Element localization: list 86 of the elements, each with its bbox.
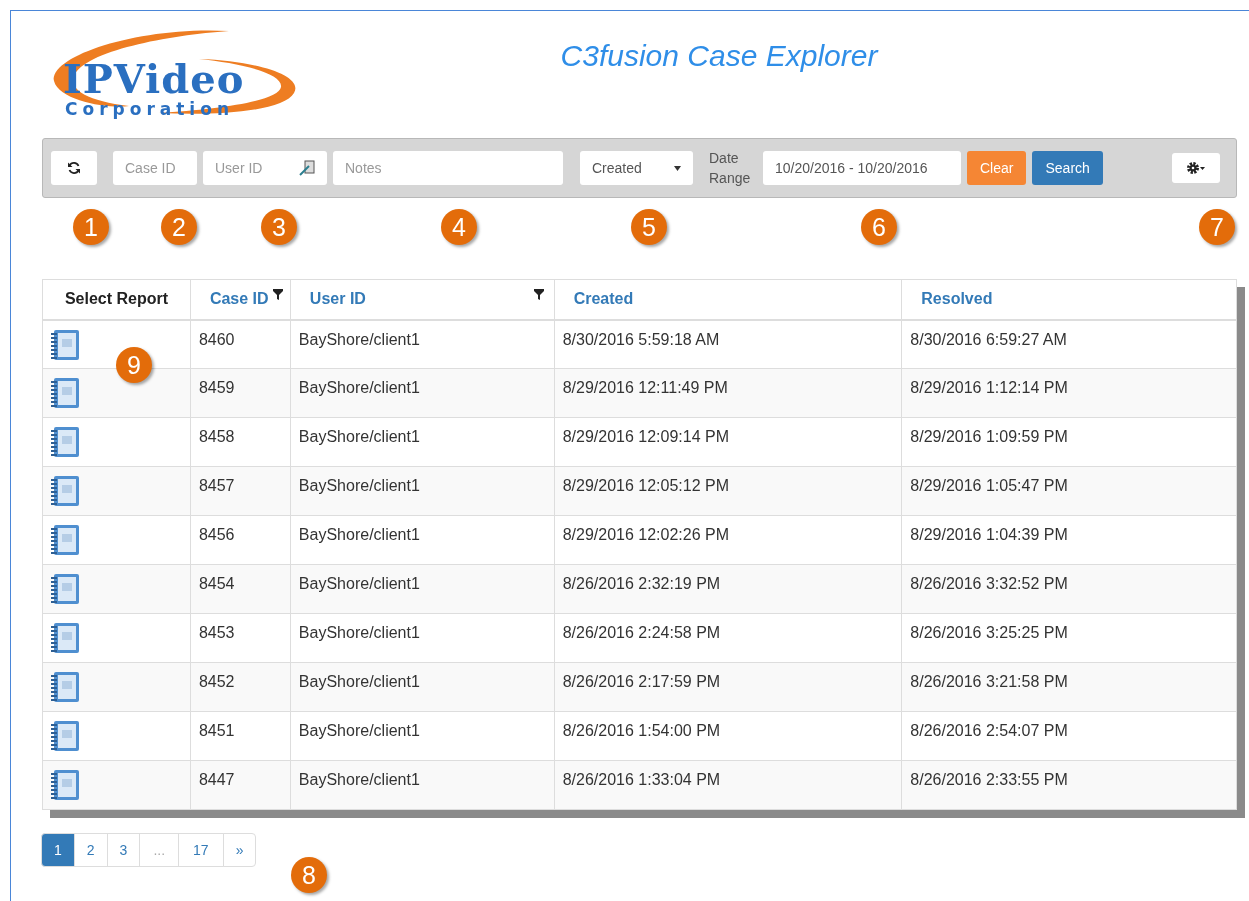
table-cell: 8457 <box>190 466 291 516</box>
search-button[interactable]: Search <box>1032 151 1103 185</box>
date-range-field[interactable]: 10/20/2016 - 10/20/2016 <box>763 151 961 185</box>
notebook-icon[interactable] <box>51 524 81 556</box>
table-cell: 8/26/2016 3:25:25 PM <box>901 613 1237 663</box>
table-cell: BayShore/client1 <box>290 613 555 663</box>
notebook-icon[interactable] <box>51 769 81 801</box>
table-cell: 8/29/2016 12:09:14 PM <box>554 417 902 467</box>
table-cell: 8447 <box>190 760 291 810</box>
callout-badge: 1 <box>73 209 109 245</box>
refresh-button[interactable] <box>51 151 97 185</box>
user-id-input[interactable]: User ID <box>203 151 299 185</box>
callout-badge: 6 <box>861 209 897 245</box>
page-title: C3fusion Case Explorer <box>559 38 880 74</box>
table-cell: 8453 <box>190 613 291 663</box>
table-cell: 8/26/2016 3:32:52 PM <box>901 564 1237 614</box>
page-link[interactable]: 17 <box>178 833 224 867</box>
table-cell: 8459 <box>190 368 291 418</box>
notebook-icon[interactable] <box>51 475 81 507</box>
filter-icon[interactable] <box>272 289 283 300</box>
table-cell: 8/26/2016 1:54:00 PM <box>554 711 902 761</box>
page-link[interactable]: 1 <box>41 833 75 867</box>
notebook-icon[interactable] <box>51 720 81 752</box>
user-lookup-icon[interactable] <box>299 160 315 176</box>
page-link[interactable]: 3 <box>106 833 141 867</box>
table-cell: BayShore/client1 <box>290 466 555 516</box>
caret-icon <box>674 165 681 171</box>
notebook-icon[interactable] <box>51 426 81 458</box>
table-cell: BayShore/client1 <box>290 368 555 418</box>
column-header[interactable]: Case ID <box>190 279 291 320</box>
notebook-icon[interactable] <box>51 328 81 361</box>
case-id-field[interactable]: Case ID <box>113 151 197 185</box>
callout-badge: 7 <box>1199 209 1235 245</box>
table-cell: 8/30/2016 5:59:18 AM <box>554 319 902 369</box>
table-cell: BayShore/client1 <box>290 417 555 467</box>
table-cell: 8/26/2016 2:33:55 PM <box>901 760 1237 810</box>
notebook-icon[interactable] <box>51 622 81 654</box>
callout-badge: 8 <box>291 857 327 893</box>
notebook-icon[interactable] <box>51 671 81 703</box>
table-cell: BayShore/client1 <box>290 319 555 369</box>
table-cell: 8/26/2016 3:21:58 PM <box>901 662 1237 712</box>
date-type-select[interactable]: Created <box>580 151 693 185</box>
table-cell: 8452 <box>190 662 291 712</box>
table-cell: 8/26/2016 2:17:59 PM <box>554 662 902 712</box>
clear-button[interactable]: Clear <box>967 151 1027 185</box>
column-header[interactable]: Resolved <box>901 279 1237 320</box>
refresh-icon <box>67 161 81 175</box>
filter-icon[interactable] <box>533 289 544 300</box>
table-cell: 8/29/2016 1:12:14 PM <box>901 368 1237 418</box>
table-cell: 8/30/2016 6:59:27 AM <box>901 319 1237 369</box>
table-cell: 8451 <box>190 711 291 761</box>
table-cell: 8458 <box>190 417 291 467</box>
table-cell: BayShore/client1 <box>290 564 555 614</box>
table-cell: 8/26/2016 2:32:19 PM <box>554 564 902 614</box>
date-range-label: Date Range <box>709 149 752 188</box>
user-id-field[interactable]: User ID <box>203 151 327 185</box>
table-cell: 8460 <box>190 319 291 369</box>
table-cell: 8/29/2016 12:11:49 PM <box>554 368 902 418</box>
page-link[interactable]: » <box>222 833 257 867</box>
table-cell: BayShore/client1 <box>290 662 555 712</box>
table-cell: 8456 <box>190 515 291 565</box>
table-cell: 8/29/2016 12:02:26 PM <box>554 515 902 565</box>
page-link[interactable]: 2 <box>73 833 108 867</box>
notebook-icon[interactable] <box>51 573 81 605</box>
table-cell: 8/26/2016 2:54:07 PM <box>901 711 1237 761</box>
table-cell: 8/29/2016 1:05:47 PM <box>901 466 1237 516</box>
table-cell: 8454 <box>190 564 291 614</box>
callout-badge: 2 <box>161 209 197 245</box>
table-cell: BayShore/client1 <box>290 515 555 565</box>
table-cell: BayShore/client1 <box>290 711 555 761</box>
table-cell: BayShore/client1 <box>290 760 555 810</box>
callout-badge: 3 <box>261 209 297 245</box>
table-cell: 8/29/2016 12:05:12 PM <box>554 466 902 516</box>
column-header[interactable]: User ID <box>290 279 555 320</box>
table-cell: 8/26/2016 2:24:58 PM <box>554 613 902 663</box>
callout-badge: 4 <box>441 209 477 245</box>
column-header[interactable]: Created <box>554 279 902 320</box>
table-cell: 8/29/2016 1:04:39 PM <box>901 515 1237 565</box>
callout-badge: 5 <box>631 209 667 245</box>
notebook-icon[interactable] <box>51 377 81 409</box>
notes-field[interactable]: Notes <box>333 151 563 185</box>
settings-icon <box>1186 161 1206 175</box>
table-cell: 8/29/2016 1:09:59 PM <box>901 417 1237 467</box>
table-cell: 8/26/2016 1:33:04 PM <box>554 760 902 810</box>
column-header: Select Report <box>42 279 191 320</box>
settings-button[interactable] <box>1172 153 1220 183</box>
